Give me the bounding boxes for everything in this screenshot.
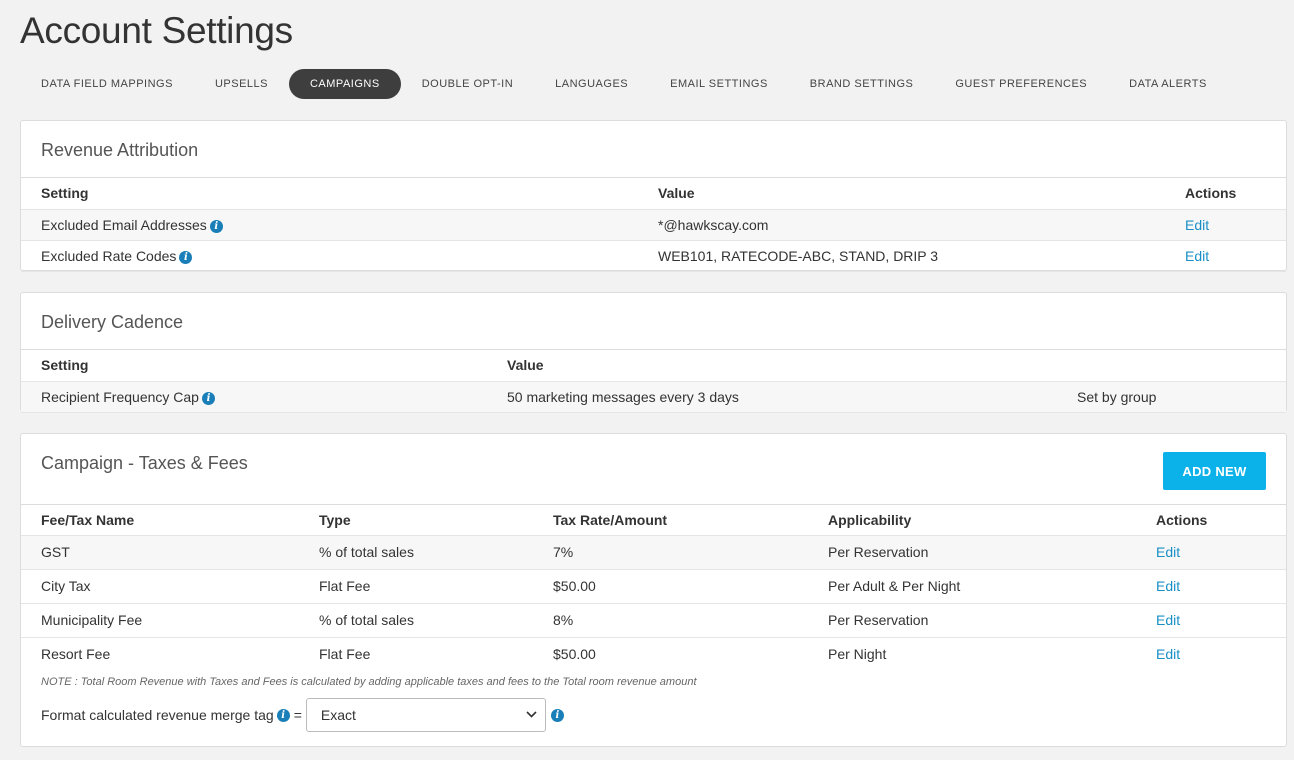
info-icon[interactable]: i bbox=[209, 219, 223, 233]
column-header: Tax Rate/Amount bbox=[533, 505, 808, 536]
panel-title: Campaign - Taxes & Fees bbox=[41, 453, 248, 473]
equals-sign: = bbox=[293, 707, 302, 723]
column-header: Actions bbox=[1136, 505, 1286, 536]
panel-title: Revenue Attribution bbox=[41, 140, 199, 160]
table-row: Municipality Fee % of total sales 8% Per… bbox=[21, 603, 1286, 638]
edit-link[interactable]: Edit bbox=[1156, 578, 1180, 594]
column-header: Value bbox=[487, 350, 1057, 382]
fee-name: City Tax bbox=[21, 569, 299, 604]
table-row: Resort Fee Flat Fee $50.00 Per Night Edi… bbox=[21, 637, 1286, 671]
fee-applicability: Per Reservation bbox=[808, 535, 1136, 570]
select-value: Exact bbox=[320, 707, 356, 723]
tab-upsells[interactable]: UPSELLS bbox=[194, 69, 289, 99]
fee-type: Flat Fee bbox=[319, 646, 371, 663]
format-merge-tag-row: Format calculated revenue merge tag i = … bbox=[21, 698, 1286, 732]
revenue-note: NOTE : Total Room Revenue with Taxes and… bbox=[41, 676, 697, 688]
add-new-button[interactable]: ADD NEW bbox=[1163, 452, 1266, 490]
table-row: Recipient Frequency Cap i 50 marketing me… bbox=[21, 381, 1286, 413]
setting-value: WEB101, RATECODE-ABC, STAND, DRIP 3 bbox=[638, 240, 1165, 272]
info-icon[interactable]: i bbox=[550, 708, 564, 722]
column-header: Value bbox=[638, 178, 1165, 210]
tab-email-settings[interactable]: EMAIL SETTINGS bbox=[649, 69, 789, 99]
setting-value: *@hawkscay.com bbox=[638, 209, 1165, 241]
fee-applicability: Per Adult & Per Night bbox=[808, 569, 1136, 604]
format-select[interactable]: Exact bbox=[305, 698, 546, 732]
fee-type: % of total sales bbox=[299, 535, 533, 570]
table-row: Excluded Email Addresses i *@hawkscay.com… bbox=[21, 209, 1286, 241]
table-row: City Tax Flat Fee $50.00 Per Adult & Per… bbox=[21, 569, 1286, 604]
tab-campaigns[interactable]: CAMPAIGNS bbox=[288, 69, 401, 99]
table-row: GST % of total sales 7% Per Reservation … bbox=[21, 535, 1286, 570]
tab-data-alerts[interactable]: DATA ALERTS bbox=[1108, 69, 1228, 99]
page-title: Account Settings bbox=[20, 10, 293, 51]
fee-rate: 7% bbox=[533, 535, 808, 570]
revenue-table: Setting Value Actions Excluded Email Add… bbox=[21, 178, 1286, 272]
delivery-table: Setting Value Recipient Frequency Cap i 5… bbox=[21, 350, 1286, 413]
setting-label: Recipient Frequency Cap bbox=[41, 388, 199, 405]
info-icon[interactable]: i bbox=[201, 391, 215, 405]
column-header: Applicability bbox=[808, 505, 1136, 536]
tab-guest-preferences[interactable]: GUEST PREFERENCES bbox=[934, 69, 1108, 99]
column-header: Type bbox=[299, 505, 533, 536]
fee-name: Resort Fee bbox=[41, 646, 111, 663]
fees-table: Fee/Tax Name Type Tax Rate/Amount Applic… bbox=[21, 505, 1286, 671]
tab-brand-settings[interactable]: BRAND SETTINGS bbox=[789, 69, 935, 99]
edit-link[interactable]: Edit bbox=[1185, 248, 1209, 264]
edit-link[interactable]: Edit bbox=[1156, 646, 1180, 662]
settings-tabs: DATA FIELD MAPPINGS UPSELLS CAMPAIGNS DO… bbox=[20, 69, 1228, 99]
tab-double-opt-in[interactable]: DOUBLE OPT-IN bbox=[401, 69, 534, 99]
panel-title: Delivery Cadence bbox=[41, 312, 184, 332]
fee-type: % of total sales bbox=[299, 603, 533, 638]
fee-type: Flat Fee bbox=[299, 569, 533, 604]
chevron-down-icon bbox=[526, 709, 537, 721]
tab-languages[interactable]: LANGUAGES bbox=[534, 69, 649, 99]
table-row: Excluded Rate Codes i WEB101, RATECODE-AB… bbox=[21, 240, 1286, 272]
edit-link[interactable]: Edit bbox=[1156, 612, 1180, 628]
setting-label: Excluded Rate Codes bbox=[41, 247, 177, 264]
setting-label: Excluded Email Addresses bbox=[41, 216, 207, 233]
edit-link[interactable]: Edit bbox=[1185, 217, 1209, 233]
column-header: Actions bbox=[1165, 178, 1286, 210]
fee-name: Municipality Fee bbox=[21, 603, 299, 638]
column-header: Fee/Tax Name bbox=[21, 505, 299, 536]
taxes-fees-panel: Campaign - Taxes & Fees ADD NEW Fee/Tax … bbox=[20, 433, 1287, 747]
fee-rate: $50.00 bbox=[533, 569, 808, 604]
delivery-cadence-panel: Delivery Cadence Setting Value Recipient… bbox=[20, 292, 1287, 413]
set-by-group-text: Set by group bbox=[1057, 381, 1286, 413]
fee-applicability: Per Night bbox=[828, 646, 887, 663]
info-icon[interactable]: i bbox=[276, 708, 290, 722]
fee-applicability: Per Reservation bbox=[808, 603, 1136, 638]
fee-rate: 8% bbox=[533, 603, 808, 638]
format-label: Format calculated revenue merge tag bbox=[41, 707, 274, 723]
fee-rate: $50.00 bbox=[553, 646, 596, 663]
edit-link[interactable]: Edit bbox=[1156, 544, 1180, 560]
column-header: Setting bbox=[21, 350, 487, 382]
revenue-attribution-panel: Revenue Attribution Setting Value Action… bbox=[20, 120, 1287, 272]
setting-value: 50 marketing messages every 3 days bbox=[487, 381, 1057, 413]
info-icon[interactable]: i bbox=[179, 250, 193, 264]
column-header: Setting bbox=[21, 178, 638, 210]
fee-name: GST bbox=[21, 535, 299, 570]
tab-data-field-mappings[interactable]: DATA FIELD MAPPINGS bbox=[20, 69, 194, 99]
